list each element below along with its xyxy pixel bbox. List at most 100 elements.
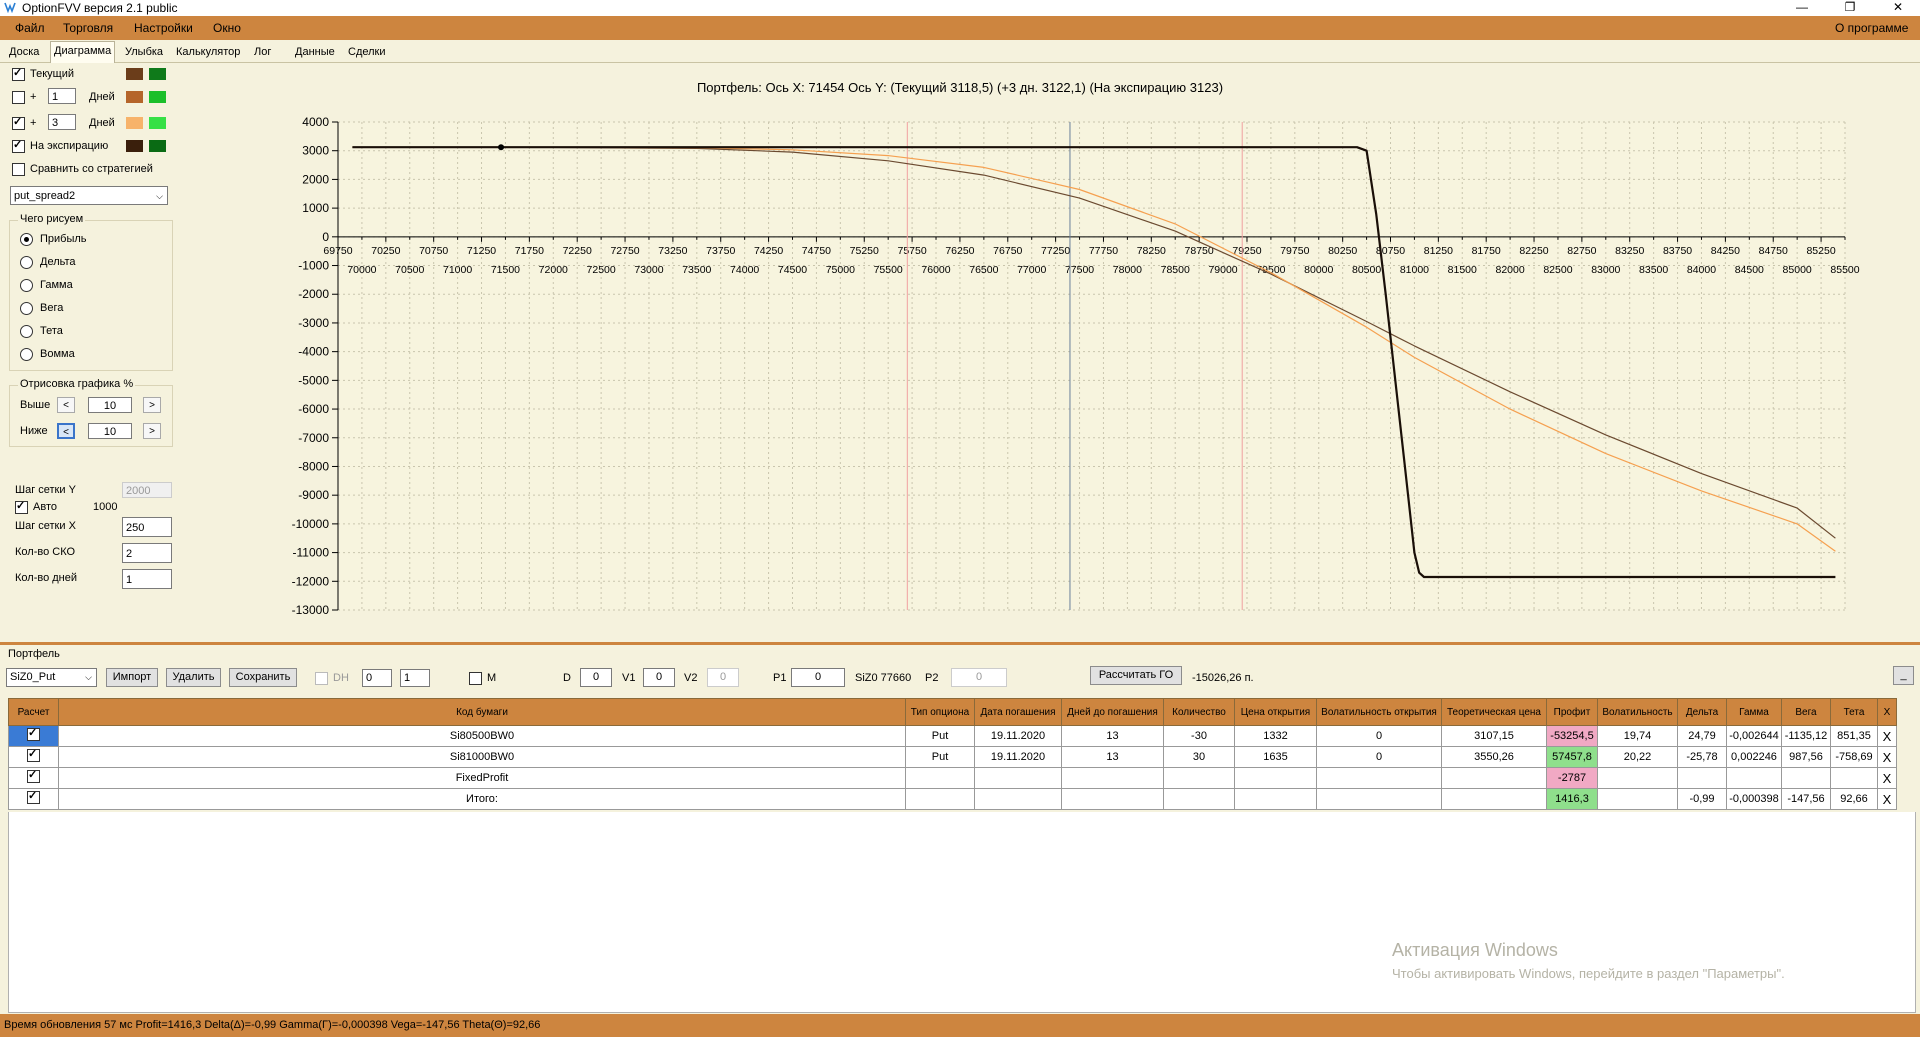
p2-input[interactable]: 0 <box>951 668 1007 687</box>
x-tick-label: 85500 <box>1830 264 1859 276</box>
x-tick-label: 81250 <box>1424 245 1453 257</box>
col-theo[interactable]: Теоретическая цена <box>1441 698 1547 726</box>
x-tick-label: 73500 <box>682 264 711 276</box>
x-tick-label: 69750 <box>323 245 352 257</box>
x-tick-label: 75500 <box>874 264 903 276</box>
cell-vol <box>1597 788 1678 810</box>
cell-days: 13 <box>1061 746 1164 768</box>
col-date[interactable]: Дата погашения <box>974 698 1062 726</box>
x-tick-label: 71000 <box>443 264 472 276</box>
x-tick-label: 74000 <box>730 264 759 276</box>
cell-delta: -25,78 <box>1677 746 1727 768</box>
x-tick-label: 76250 <box>945 245 974 257</box>
y-tick-label: -12000 <box>292 574 330 588</box>
y-tick-label: 2000 <box>302 172 329 186</box>
delete-button[interactable]: Удалить <box>166 668 221 687</box>
col-price[interactable]: Цена открытия <box>1234 698 1317 726</box>
col-days[interactable]: Дней до погашения <box>1061 698 1164 726</box>
col-theta[interactable]: Тета <box>1830 698 1878 726</box>
splitter[interactable] <box>0 642 1920 645</box>
col-vol-open[interactable]: Волатильность открытия <box>1316 698 1442 726</box>
minimize-panel-button[interactable]: _ <box>1893 666 1914 685</box>
cell-profit: -2787 <box>1546 767 1598 789</box>
col-type[interactable]: Тип опциона <box>905 698 975 726</box>
cell-code: Итого: <box>58 788 906 810</box>
y-tick-label: 4000 <box>302 115 329 129</box>
v2-input[interactable]: 0 <box>707 668 739 687</box>
table-row[interactable]: Si81000BW0 Put 19.11.2020 13 30 1635 0 3… <box>8 746 1897 768</box>
p1-input[interactable]: 0 <box>791 668 845 687</box>
row-calc-checkbox[interactable] <box>27 789 40 804</box>
y-tick-label: -9000 <box>298 488 329 502</box>
x-tick-label: 74750 <box>802 245 831 257</box>
dh-spin-2[interactable]: 1 <box>400 669 430 687</box>
cell-qty: 30 <box>1163 746 1235 768</box>
x-tick-label: 79750 <box>1280 245 1309 257</box>
col-gamma[interactable]: Гамма <box>1726 698 1782 726</box>
col-remove[interactable]: X <box>1877 698 1897 726</box>
profit-chart[interactable]: 4000 3000 2000 1000 0 -1000 -2000 -3000 -4000 -50… <box>0 0 1920 640</box>
y-tick-label: -13000 <box>292 603 330 617</box>
col-profit[interactable]: Профит <box>1546 698 1598 726</box>
x-tick-label: 70500 <box>395 264 424 276</box>
x-tick-label: 83000 <box>1591 264 1620 276</box>
col-vega[interactable]: Вега <box>1781 698 1831 726</box>
dh-label: DH <box>333 672 349 684</box>
x-tick-label: 71750 <box>515 245 544 257</box>
cell-theta <box>1830 767 1878 789</box>
cell-code: Si81000BW0 <box>58 746 906 768</box>
row-calc-checkbox[interactable] <box>27 726 40 741</box>
remove-row-button[interactable]: X <box>1877 746 1897 768</box>
y-tick-label: -6000 <box>298 402 329 416</box>
cell-price <box>1234 788 1317 810</box>
x-tick-label: 81000 <box>1400 264 1429 276</box>
table-row[interactable]: Si80500BW0 Put 19.11.2020 13 -30 1332 0 … <box>8 725 1897 747</box>
cell-days: 13 <box>1061 725 1164 747</box>
save-button[interactable]: Сохранить <box>229 668 297 687</box>
col-qty[interactable]: Количество <box>1163 698 1235 726</box>
cell-type: Put <box>905 746 975 768</box>
cell-delta: -0,99 <box>1677 788 1727 810</box>
col-calc[interactable]: Расчет <box>8 698 59 726</box>
remove-row-button[interactable]: X <box>1877 725 1897 747</box>
dh-checkbox[interactable] <box>315 672 328 685</box>
cell-theo <box>1441 788 1547 810</box>
v1-input[interactable]: 0 <box>643 668 675 687</box>
dh-spin-1[interactable]: 0 <box>362 669 392 687</box>
row-calc-checkbox[interactable] <box>27 768 40 783</box>
table-empty-area <box>8 812 1916 1013</box>
v2-label: V2 <box>684 672 698 684</box>
col-delta[interactable]: Дельта <box>1677 698 1727 726</box>
calc-go-button[interactable]: Рассчитать ГО <box>1090 666 1182 685</box>
row-calc-checkbox[interactable] <box>27 747 40 762</box>
x-tick-label: 80000 <box>1304 264 1333 276</box>
cell-gamma: -0,002644 <box>1726 725 1782 747</box>
remove-row-button[interactable]: X <box>1877 767 1897 789</box>
x-tick-label: 71500 <box>491 264 520 276</box>
table-row[interactable]: FixedProfit -2787 X <box>8 767 1897 789</box>
cell-theo: 3107,15 <box>1441 725 1547 747</box>
x-tick-label: 80250 <box>1328 245 1357 257</box>
cell-vega <box>1781 767 1831 789</box>
cell-code: FixedProfit <box>58 767 906 789</box>
remove-row-button[interactable]: X <box>1877 788 1897 810</box>
d-input[interactable]: 0 <box>580 668 612 687</box>
x-tick-label: 77250 <box>1041 245 1070 257</box>
x-tick-label: 80500 <box>1352 264 1381 276</box>
x-tick-label: 78250 <box>1137 245 1166 257</box>
y-tick-label: -8000 <box>298 459 329 473</box>
m-checkbox[interactable] <box>469 672 482 685</box>
x-tick-label: 81750 <box>1472 245 1501 257</box>
cell-date <box>974 788 1062 810</box>
col-vol[interactable]: Волатильность <box>1597 698 1678 726</box>
x-tick-label: 76000 <box>921 264 950 276</box>
portfolio-select[interactable]: SiZ0_Put ⌵ <box>6 668 97 687</box>
x-tick-label: 71250 <box>467 245 496 257</box>
import-button[interactable]: Импорт <box>106 668 158 687</box>
table-row[interactable]: Итого: 1416,3 -0,99 -0,000398 -147,56 92… <box>8 788 1897 810</box>
col-code[interactable]: Код бумаги <box>58 698 906 726</box>
x-tick-label: 78500 <box>1161 264 1190 276</box>
cell-theo <box>1441 767 1547 789</box>
x-tick-label: 84250 <box>1711 245 1740 257</box>
x-tick-label: 75250 <box>850 245 879 257</box>
